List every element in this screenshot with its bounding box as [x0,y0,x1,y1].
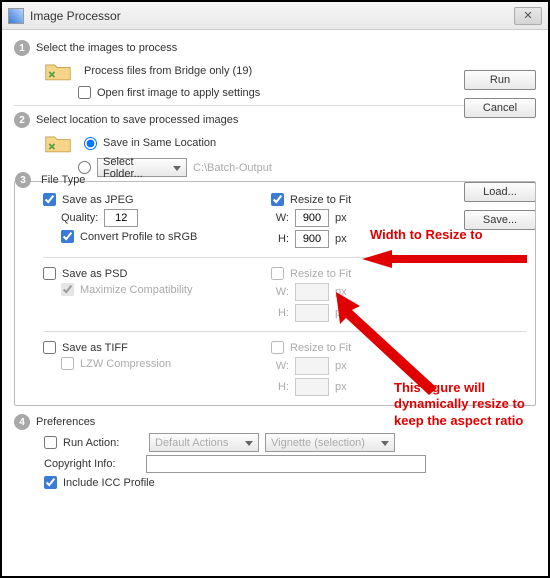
bridge-label: Process files from Bridge only (19) [84,65,252,77]
action-set-select[interactable]: Default Actions [149,433,259,452]
tiff-w-px: px [335,360,347,372]
filetype-group: 3 File Type Save as JPEG Quality: Conver… [14,181,536,406]
same-location-radio[interactable] [84,137,97,150]
jpeg-resize-label: Resize to Fit [290,194,351,206]
step2-header: 2 Select location to save processed imag… [14,112,536,128]
folder-path: C:\Batch-Output [193,162,272,174]
save-tiff-label: Save as TIFF [62,342,128,354]
step4-header: 4 Preferences [14,414,536,430]
save-tiff-checkbox[interactable] [43,341,56,354]
run-action-checkbox[interactable] [44,436,57,449]
step1-header: 1 Select the images to process [14,40,536,56]
maxcomp-checkbox [61,283,74,296]
icc-checkbox[interactable] [44,476,57,489]
psd-w-px: px [335,286,347,298]
tiff-width-input [295,357,329,375]
step1-title: Select the images to process [36,42,177,54]
tiff-h-label: H: [271,381,289,393]
app-icon [8,8,24,24]
open-first-label: Open first image to apply settings [97,87,260,99]
lzw-label: LZW Compression [80,358,171,370]
lzw-checkbox [61,357,74,370]
close-button[interactable]: ✕ [514,7,542,25]
step3-title: File Type [41,174,85,186]
step2-title: Select location to save processed images [36,114,238,126]
psd-h-px: px [335,307,347,319]
tiff-resize-checkbox [271,341,284,354]
tiff-w-label: W: [271,360,289,372]
save-psd-label: Save as PSD [62,268,127,280]
quality-label: Quality: [61,212,98,224]
psd-resize-label: Resize to Fit [290,268,351,280]
run-action-label: Run Action: [63,437,143,449]
folder-icon [44,59,72,83]
folder-icon [44,131,72,155]
copyright-label: Copyright Info: [44,458,140,470]
jpeg-w-px: px [335,212,347,224]
jpeg-h-label: H: [271,233,289,245]
copyright-input[interactable] [146,455,426,473]
psd-width-input [295,283,329,301]
srgb-label: Convert Profile to sRGB [80,231,197,243]
jpeg-h-px: px [335,233,347,245]
tiff-height-input [295,378,329,396]
jpeg-resize-checkbox[interactable] [271,193,284,206]
cancel-button[interactable]: Cancel [464,98,536,118]
run-button[interactable]: Run [464,70,536,90]
titlebar: Image Processor ✕ [2,2,548,30]
quality-input[interactable] [104,209,138,227]
step-badge-4: 4 [14,414,30,430]
save-jpeg-label: Save as JPEG [62,194,134,206]
tiff-h-px: px [335,381,347,393]
save-psd-checkbox[interactable] [43,267,56,280]
step-badge-2: 2 [14,112,30,128]
window-title: Image Processor [30,9,121,23]
same-location-label: Save in Same Location [103,137,216,149]
psd-resize-checkbox [271,267,284,280]
icc-label: Include ICC Profile [63,477,155,489]
psd-height-input [295,304,329,322]
save-jpeg-checkbox[interactable] [43,193,56,206]
step-badge-3: 3 [15,172,31,188]
step-badge-1: 1 [14,40,30,56]
tiff-resize-label: Resize to Fit [290,342,351,354]
srgb-checkbox[interactable] [61,230,74,243]
jpeg-w-label: W: [271,212,289,224]
maxcomp-label: Maximize Compatibility [80,284,192,296]
jpeg-width-input[interactable] [295,209,329,227]
select-folder-button[interactable]: Select Folder... [97,158,187,177]
psd-w-label: W: [271,286,289,298]
jpeg-height-input[interactable] [295,230,329,248]
step4-title: Preferences [36,416,95,428]
action-select[interactable]: Vignette (selection) [265,433,395,452]
psd-h-label: H: [271,307,289,319]
open-first-checkbox[interactable] [78,86,91,99]
